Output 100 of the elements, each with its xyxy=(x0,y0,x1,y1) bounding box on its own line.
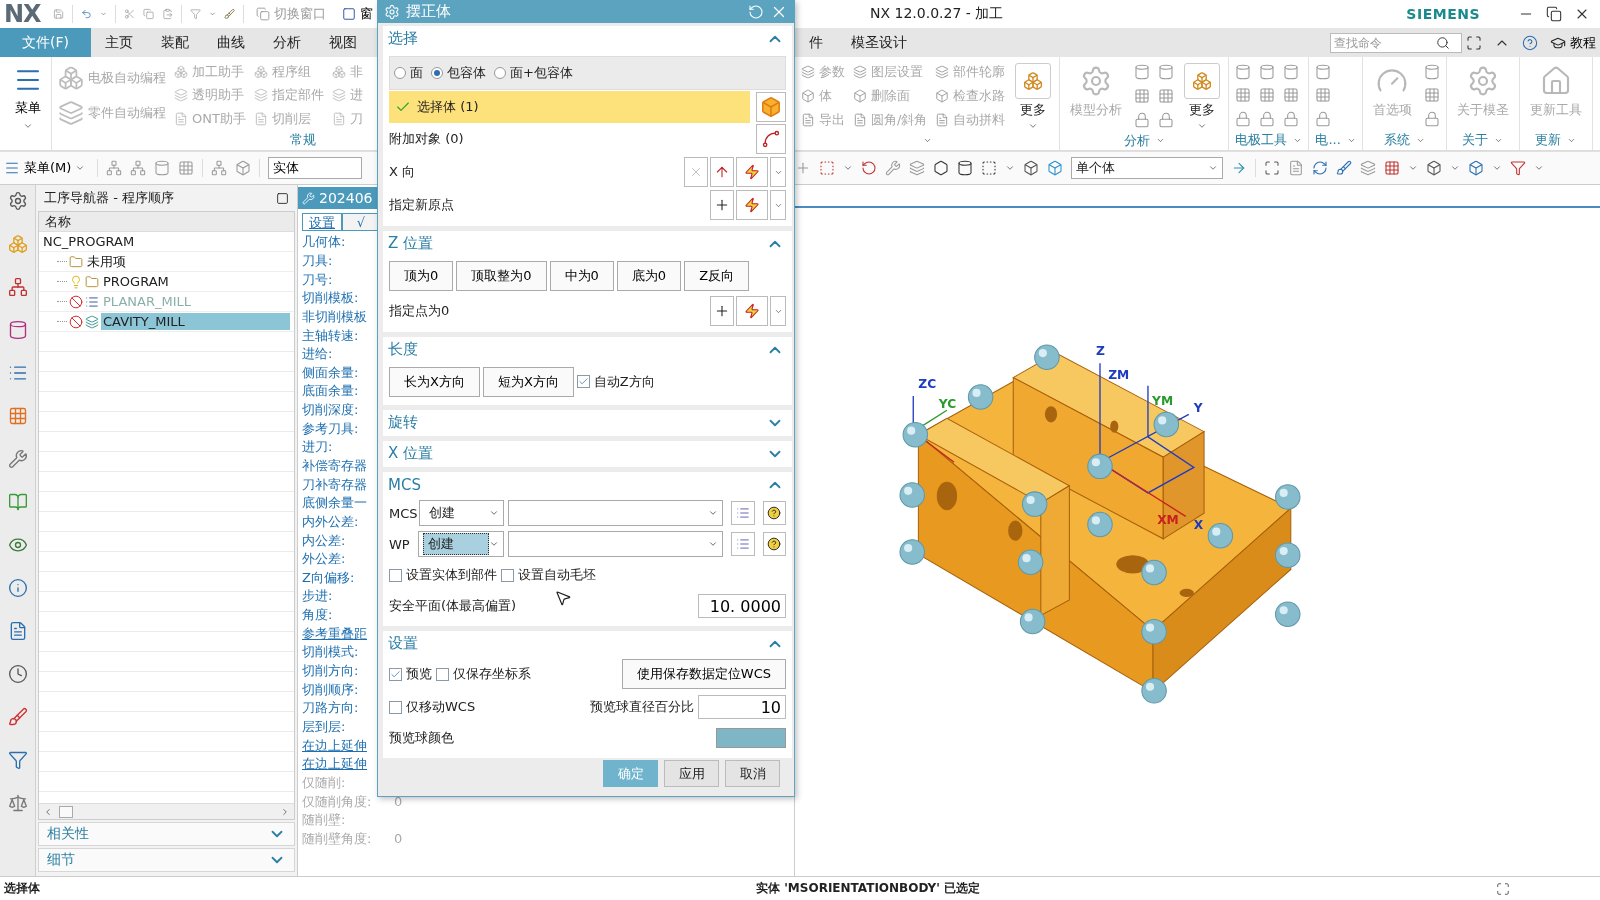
checkbox[interactable]: 仅移动WCS xyxy=(389,698,476,717)
point-button[interactable] xyxy=(736,190,768,221)
network-icon[interactable] xyxy=(7,277,28,297)
checkbox[interactable]: 设置实体到部件 xyxy=(389,566,497,585)
checkbox[interactable]: 预览 xyxy=(389,665,432,684)
section-header[interactable]: 设置 xyxy=(383,630,792,657)
caret-icon[interactable] xyxy=(843,163,853,173)
dialog-button[interactable]: 应用 xyxy=(664,760,719,788)
caret-icon[interactable] xyxy=(1155,136,1165,145)
lock-icon[interactable] xyxy=(1158,112,1175,128)
help-button[interactable] xyxy=(762,532,786,557)
menu-tab[interactable]: 件 xyxy=(795,28,837,57)
menu-dropdown[interactable]: 菜单(M) xyxy=(0,159,90,177)
radio-option[interactable]: 包容体 xyxy=(431,63,486,82)
caret-icon[interactable] xyxy=(1197,121,1208,131)
vector-button[interactable] xyxy=(736,157,768,188)
mode-dropdown[interactable]: 创建 xyxy=(418,531,504,558)
grid-icon[interactable] xyxy=(1423,87,1440,104)
scrollbar-thumb[interactable] xyxy=(59,805,73,818)
caret-icon[interactable] xyxy=(1492,163,1502,173)
menu-tab[interactable]: 曲线 xyxy=(203,28,259,57)
details-link[interactable]: 在边上延伸 xyxy=(302,736,367,755)
scroll-left-icon[interactable] xyxy=(43,806,53,817)
cylinder-icon[interactable] xyxy=(957,160,973,176)
menu-button[interactable]: 菜单 xyxy=(4,57,52,150)
details-tab[interactable]: √ xyxy=(342,213,380,231)
lock-icon[interactable] xyxy=(1235,111,1252,128)
menu-tab[interactable]: 主页 xyxy=(91,28,147,57)
radio-option[interactable]: 面 xyxy=(394,63,423,82)
menu-tab[interactable]: 模圣设计 xyxy=(837,28,921,57)
network-icon[interactable] xyxy=(211,160,228,176)
grid-icon[interactable] xyxy=(1259,87,1276,104)
grid-icon[interactable] xyxy=(1158,88,1175,104)
fit-view-icon[interactable] xyxy=(1264,160,1280,176)
hexagon-icon[interactable] xyxy=(933,160,949,176)
checkbox[interactable]: 设置自动毛坯 xyxy=(501,566,596,585)
panel-header[interactable]: 相关性 xyxy=(38,822,295,846)
selection-scope-dropdown[interactable]: 单个体 xyxy=(1071,157,1223,179)
lock-icon[interactable] xyxy=(1423,111,1440,128)
grid-icon[interactable] xyxy=(1134,88,1151,104)
details-tab[interactable]: 设置 xyxy=(302,213,342,231)
radio-option[interactable]: 面+包容体 xyxy=(494,63,573,82)
caret-icon[interactable] xyxy=(1005,163,1015,173)
curve-button[interactable] xyxy=(756,124,786,155)
action-button[interactable]: Z反向 xyxy=(684,260,750,291)
coordinate-dropdown[interactable] xyxy=(508,500,724,527)
boxes-icon[interactable] xyxy=(7,234,28,254)
locate-wcs-button[interactable]: 使用保存数据定位WCS xyxy=(621,659,786,690)
select-body-row[interactable]: 选择体 (1) xyxy=(389,90,750,123)
point-button[interactable] xyxy=(710,190,734,221)
clock-icon[interactable] xyxy=(7,664,28,684)
cube-icon[interactable] xyxy=(1468,160,1484,176)
dropdown-button[interactable] xyxy=(770,190,786,221)
layers-icon[interactable] xyxy=(909,160,925,176)
arrow-right-icon[interactable] xyxy=(1231,160,1247,176)
section-header[interactable]: MCS xyxy=(383,471,792,498)
network-icon[interactable] xyxy=(130,160,147,176)
cube-button[interactable] xyxy=(756,91,786,122)
action-button[interactable]: 底为0 xyxy=(616,260,682,291)
checkbox[interactable]: 仅保存坐标系 xyxy=(436,665,531,684)
type-filter-field[interactable]: 实体 xyxy=(268,157,363,179)
section-header[interactable]: X 位置 xyxy=(383,440,792,467)
action-button[interactable]: 长为X方向 xyxy=(389,366,480,397)
details-link[interactable]: 在边上延伸 xyxy=(302,755,367,774)
action-button[interactable]: 顶为0 xyxy=(389,260,454,291)
point-button[interactable] xyxy=(710,296,734,327)
lock-icon[interactable] xyxy=(1283,111,1300,128)
section-header[interactable]: 选择 xyxy=(383,25,792,52)
scale-icon[interactable] xyxy=(7,793,28,813)
list-button[interactable] xyxy=(731,532,755,557)
caret-icon[interactable] xyxy=(1028,121,1039,131)
grid-icon[interactable] xyxy=(7,406,28,426)
cylinder-icon[interactable] xyxy=(7,320,28,340)
select-box-icon[interactable] xyxy=(981,160,997,176)
more-button[interactable]: 更多 xyxy=(1182,61,1223,131)
grid-icon[interactable] xyxy=(1315,87,1332,104)
section-header[interactable]: Z 位置 xyxy=(383,230,792,257)
tutorial-button[interactable]: 教程 xyxy=(1546,33,1600,52)
document-icon[interactable] xyxy=(1288,160,1304,176)
tree-item[interactable]: CAVITY_MILL xyxy=(101,313,290,330)
fullscreen-icon[interactable] xyxy=(1466,34,1482,51)
more-button[interactable]: 更多 xyxy=(1013,61,1054,131)
color-swatch[interactable] xyxy=(716,728,786,749)
network-icon[interactable] xyxy=(106,160,123,176)
cube-icon[interactable] xyxy=(1023,160,1039,176)
mode-dropdown[interactable]: 创建 xyxy=(419,500,505,527)
wrench-icon[interactable] xyxy=(885,160,901,176)
copy-icon[interactable] xyxy=(142,6,154,22)
reset-icon[interactable] xyxy=(748,3,764,20)
plus-icon[interactable] xyxy=(795,160,811,176)
tree-item[interactable]: NC_PROGRAM xyxy=(39,234,135,249)
info-icon[interactable] xyxy=(7,578,28,598)
menu-tab[interactable]: 视图 xyxy=(315,28,371,57)
list-button[interactable] xyxy=(731,501,755,526)
checkbox[interactable]: 自动Z方向 xyxy=(576,372,655,391)
window-menu-button[interactable]: 窗 xyxy=(338,5,377,23)
paste-icon[interactable] xyxy=(161,6,173,22)
grid-icon[interactable] xyxy=(1283,87,1300,104)
axis-button[interactable] xyxy=(710,157,734,188)
section-header[interactable]: 长度 xyxy=(383,336,792,363)
